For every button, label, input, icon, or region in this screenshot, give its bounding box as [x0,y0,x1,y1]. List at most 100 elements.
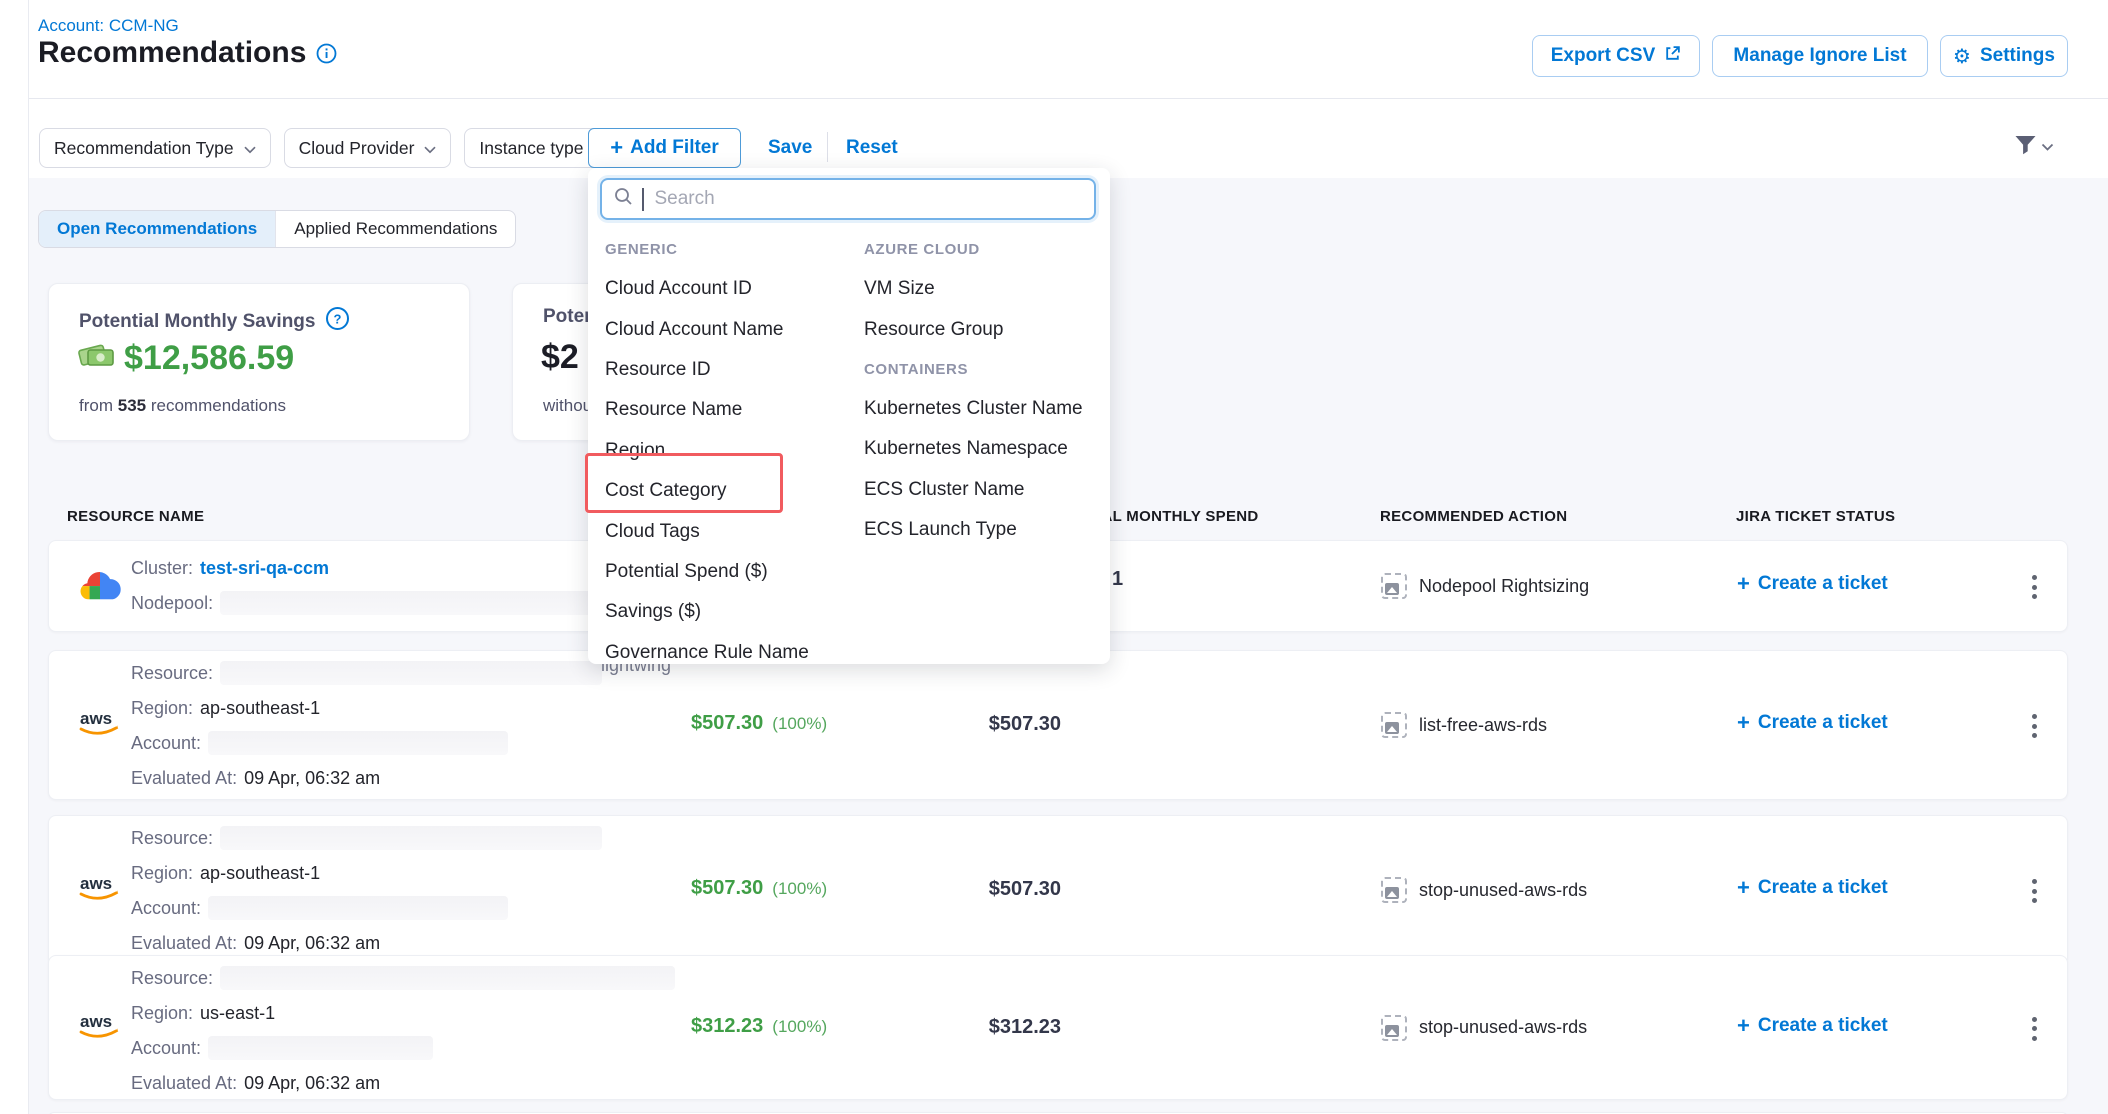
filter-option-savings[interactable]: Savings ($) [605,592,855,632]
recommendation-row[interactable]: awsResource:Region:ap-southeast-1Account… [48,650,2068,800]
filter-option-cloud-account-id[interactable]: Cloud Account ID [605,269,855,309]
filter-option-resource-name[interactable]: Resource Name [605,390,855,430]
savings-amount: $507.30 [691,877,763,900]
savings-sub-count: 535 [118,396,146,415]
export-csv-button[interactable]: Export CSV [1532,35,1700,77]
filter-option-vm-size[interactable]: VM Size [864,269,1104,309]
detail-label: Region: [131,698,193,719]
save-filter-link[interactable]: Save [768,137,812,159]
chevron-down-icon[interactable] [424,138,436,159]
filter-option-cost-category[interactable]: Cost Category [605,471,855,511]
savings-amount: $12,586.59 [124,339,294,378]
tab-open-recommendations[interactable]: Open Recommendations [39,211,275,247]
row-menu-kebab-icon[interactable] [2024,1013,2044,1045]
filter-funnel-toggle[interactable] [2014,135,2054,161]
filter-option-resource-group[interactable]: Resource Group [864,309,1104,349]
detail-label: Account: [131,1038,201,1059]
potential-monthly-savings-card: Potential Monthly Savings ? $12,586.59 f… [48,283,470,441]
chevron-down-icon[interactable] [244,138,256,159]
filter-option-governance-rule-name[interactable]: Governance Rule Name [605,633,855,673]
plus-icon: + [1737,1017,1750,1035]
search-input[interactable] [653,187,1083,211]
export-csv-label: Export CSV [1551,45,1656,67]
filter-option-potential-spend[interactable]: Potential Spend ($) [605,552,855,592]
plus-icon: + [1737,879,1750,897]
money-icon [77,338,115,378]
row-menu-kebab-icon[interactable] [2024,571,2044,603]
help-icon[interactable]: ? [325,306,350,337]
row-menu-kebab-icon[interactable] [2024,875,2044,907]
filter-option-cloud-account-name[interactable]: Cloud Account Name [605,309,855,349]
external-link-icon [1664,45,1681,68]
detail-label: Region: [131,863,193,884]
savings-percent: (100%) [772,714,827,734]
filter-section-heading-containers: CONTAINERS [864,350,1104,389]
recommendation-row[interactable]: awsResource:Region:ap-southeast-1Account… [48,815,2068,965]
info-icon[interactable] [316,43,337,64]
plus-icon: + [1737,575,1750,593]
filter-option-kubernetes-cluster-name[interactable]: Kubernetes Cluster Name [864,389,1104,429]
potential-savings-value: $507.30 (100%) [691,712,827,735]
recommendations-page: Account: CCM-NG Recommendations Export C… [0,0,2108,1114]
filter-option-region[interactable]: Region [605,431,855,471]
detail-label: Nodepool: [131,593,213,614]
savings-amount: $312.23 [691,1015,763,1038]
column-header-jira-ticket-status: JIRA TICKET STATUS [1736,508,1895,525]
filter-chip-label: Recommendation Type [54,138,234,159]
manage-ignore-list-button[interactable]: Manage Ignore List [1712,35,1928,77]
column-header-recommended-action: RECOMMENDED ACTION [1380,508,1567,525]
detail-label: Account: [131,733,201,754]
savings-percent: (100%) [772,1017,827,1037]
detail-label: Cluster: [131,558,193,579]
detail-label: Resource: [131,828,213,849]
savings-amount: $507.30 [691,712,763,735]
add-filter-dropdown: GENERICCloud Account IDCloud Account Nam… [588,168,1110,664]
recommendation-row[interactable]: awsResource:Region:us-east-1Account:Eval… [48,955,2068,1100]
filter-options-column-cloud: AZURE CLOUDVM SizeResource GroupCONTAINE… [864,230,1104,550]
create-ticket-link[interactable]: +Create a ticket [1737,712,1888,734]
search-icon [614,187,633,211]
resource-details: Cluster: test-sri-qa-ccm Nodepool: [131,557,650,627]
tab-applied-recommendations[interactable]: Applied Recommendations [275,211,515,247]
filter-option-ecs-cluster-name[interactable]: ECS Cluster Name [864,470,1104,510]
svg-text:?: ? [334,312,342,327]
detail-value: 09 Apr, 06:32 am [244,1073,380,1094]
reset-filter-link[interactable]: Reset [846,137,898,159]
create-ticket-link[interactable]: +Create a ticket [1737,573,1888,595]
total-monthly-spend-value: $507.30 [861,713,1061,736]
recommended-action-label: Nodepool Rightsizing [1419,576,1589,597]
breadcrumb[interactable]: Account: CCM-NG [38,16,179,36]
detail-value: us-east-1 [200,1003,275,1024]
add-filter-button[interactable]: + Add Filter [588,128,741,168]
image-placeholder-icon [1381,712,1407,738]
resource-details: Resource:Region:us-east-1Account:Evaluat… [131,967,675,1107]
image-placeholder-icon [1381,1015,1407,1041]
row-menu-kebab-icon[interactable] [2024,710,2044,742]
filter-chip-recommendation-type[interactable]: Recommendation Type [39,128,271,168]
filter-chip-label: Instance type [479,138,583,159]
manage-ignore-list-label: Manage Ignore List [1733,45,1906,67]
filter-option-cloud-tags[interactable]: Cloud Tags [605,511,855,551]
filter-chip-cloud-provider[interactable]: Cloud Provider [284,128,452,168]
filter-option-resource-id[interactable]: Resource ID [605,350,855,390]
resource-link[interactable]: test-sri-qa-ccm [200,558,329,579]
svg-text:aws: aws [80,1012,112,1031]
aws-logo-icon: aws [77,707,123,744]
filter-chip-label: Cloud Provider [299,138,415,159]
add-filter-label: Add Filter [630,137,719,159]
create-ticket-link[interactable]: +Create a ticket [1737,1015,1888,1037]
funnel-icon [2014,135,2037,161]
page-title-text: Recommendations [38,36,306,70]
filter-option-kubernetes-namespace[interactable]: Kubernetes Namespace [864,429,1104,469]
detail-label: Evaluated At: [131,768,237,789]
create-ticket-link[interactable]: +Create a ticket [1737,877,1888,899]
row1-spend-value-tail: 1 [1112,568,1123,591]
settings-button[interactable]: ⚙ Settings [1940,35,2068,77]
total-monthly-spend-value: $507.30 [861,878,1061,901]
text-cursor [642,188,644,211]
filter-search-field[interactable] [600,178,1096,220]
savings-card-subtext: from 535 recommendations [79,396,286,416]
filter-section-heading-generic: GENERIC [605,230,855,269]
recommended-action-cell: stop-unused-aws-rds [1381,877,1587,903]
filter-option-ecs-launch-type[interactable]: ECS Launch Type [864,510,1104,550]
